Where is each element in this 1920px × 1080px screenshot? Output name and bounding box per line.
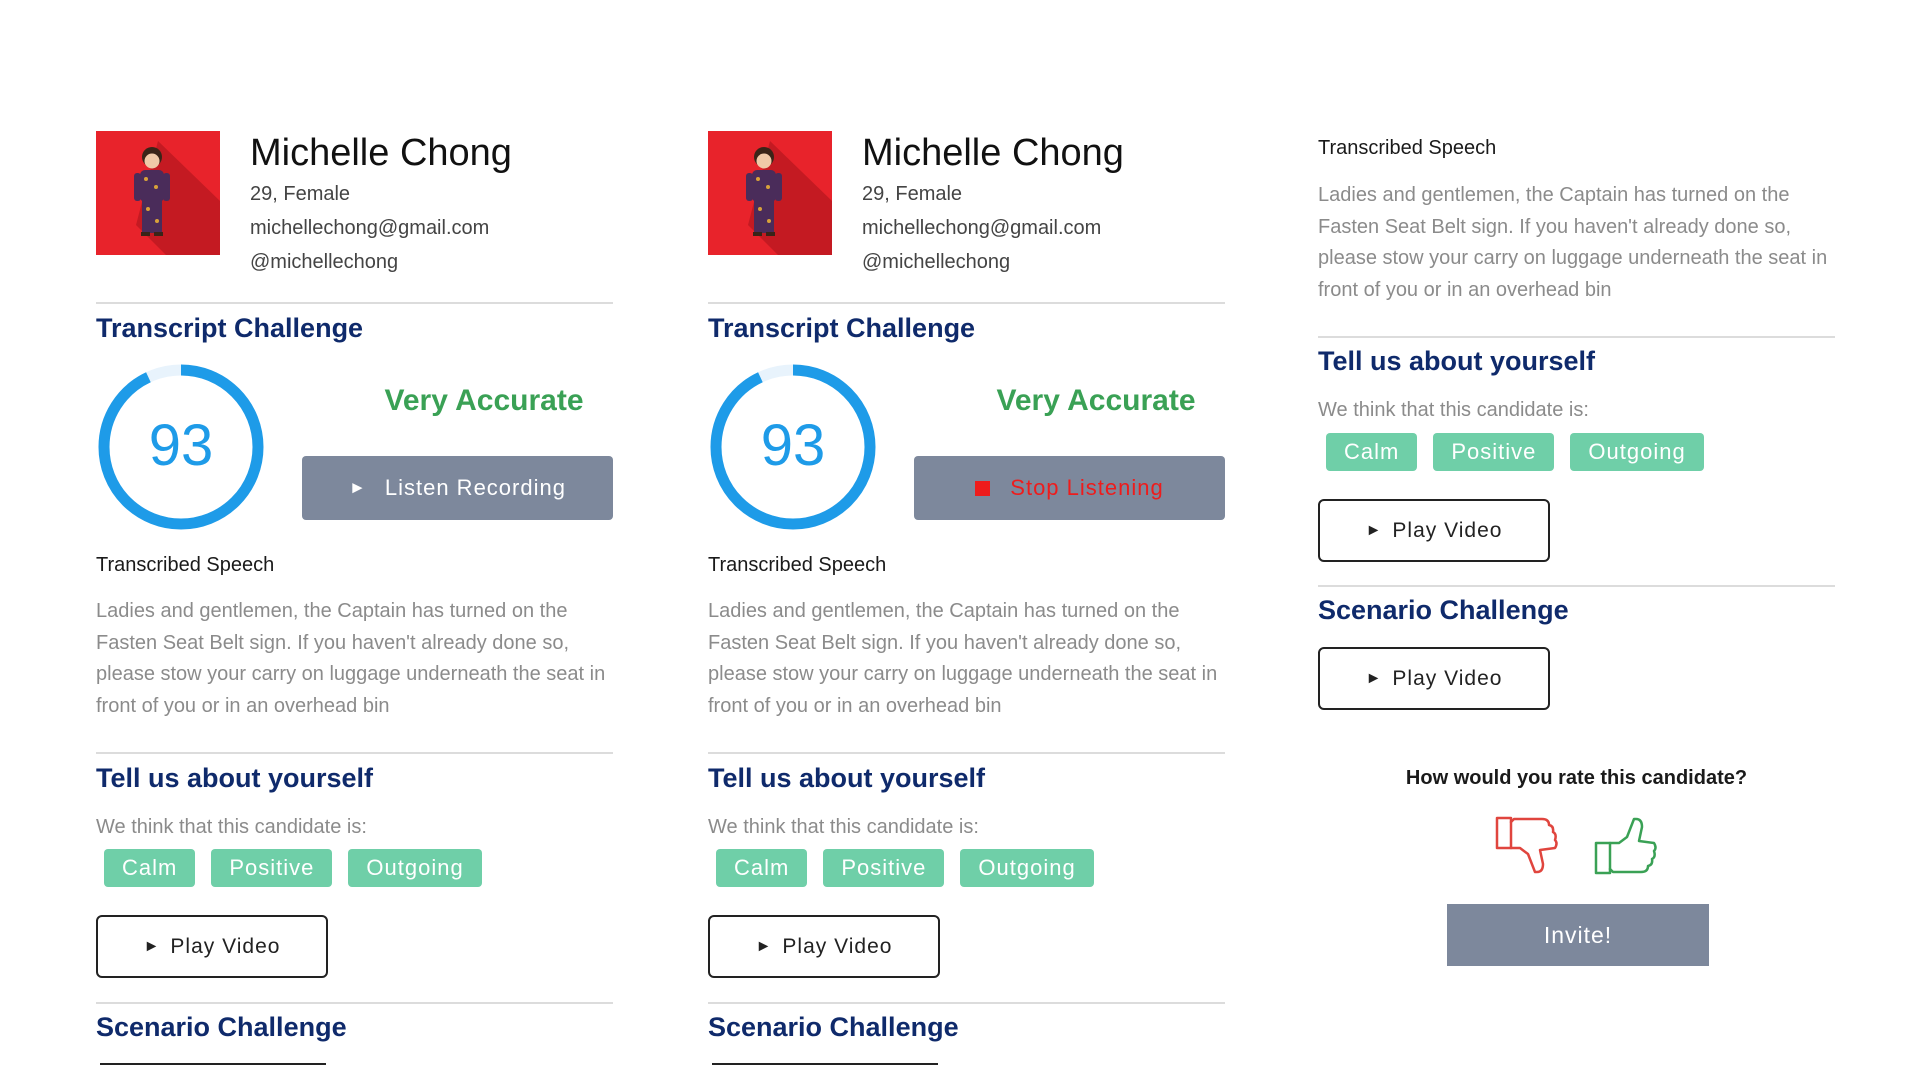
candidate-card-listen: Michelle Chong 29, Female michellechong@… <box>96 0 613 1080</box>
accuracy-label: Very Accurate <box>996 384 1196 417</box>
transcribed-speech-heading: Transcribed Speech <box>1318 137 1497 159</box>
thumbs-up-icon[interactable] <box>1593 813 1661 877</box>
trait-tag: Positive <box>211 849 333 887</box>
scenario-play-video-button[interactable]: ► Play Video <box>1318 647 1550 710</box>
trait-tags: Calm Positive Outgoing <box>1326 433 1720 471</box>
about-title: Tell us about yourself <box>96 763 374 793</box>
play-video-label: Play Video <box>170 934 281 958</box>
divider <box>1318 585 1835 587</box>
about-title: Tell us about yourself <box>708 763 986 793</box>
divider <box>708 302 1225 304</box>
candidate-card-stop: Michelle Chong 29, Female michellechong@… <box>708 0 1225 1080</box>
accuracy-label: Very Accurate <box>384 384 584 417</box>
candidate-email: michellechong@gmail.com <box>862 217 1102 239</box>
candidate-card-rating: Transcribed Speech Ladies and gentlemen,… <box>1318 0 1835 1080</box>
candidate-profile: Michelle Chong 29, Female michellechong@… <box>96 131 613 273</box>
trait-tag: Calm <box>716 849 808 887</box>
candidate-name: Michelle Chong <box>862 132 1124 174</box>
candidate-email: michellechong@gmail.com <box>250 217 490 239</box>
listen-recording-button[interactable]: ► Listen Recording <box>302 456 613 520</box>
divider <box>1318 336 1835 338</box>
transcribed-speech-text: Ladies and gentlemen, the Captain has tu… <box>96 600 606 717</box>
score-value: 93 <box>148 413 214 478</box>
scenario-play-video-button-edge <box>712 1063 938 1065</box>
score-ring: 93 <box>96 362 266 532</box>
candidate-age-gender: 29, Female <box>862 183 963 205</box>
play-video-label: Play Video <box>782 934 893 958</box>
trait-tags: Calm Positive Outgoing <box>104 849 498 887</box>
transcribed-speech-heading: Transcribed Speech <box>96 554 275 576</box>
scenario-challenge-title: Scenario Challenge <box>96 1012 347 1042</box>
invite-button[interactable]: Invite! <box>1447 904 1709 966</box>
candidate-traits-note: We think that this candidate is: <box>1318 399 1589 421</box>
candidate-name: Michelle Chong <box>250 132 512 174</box>
divider <box>96 1002 613 1004</box>
score-ring: 93 <box>708 362 878 532</box>
trait-tag: Calm <box>104 849 196 887</box>
play-video-label: Play Video <box>1392 666 1503 690</box>
play-video-label: Play Video <box>1392 518 1503 542</box>
transcript-challenge-title: Transcript Challenge <box>96 313 364 343</box>
scenario-challenge-title: Scenario Challenge <box>1318 595 1569 625</box>
divider <box>96 752 613 754</box>
candidate-avatar <box>96 131 220 255</box>
trait-tags: Calm Positive Outgoing <box>716 849 1110 887</box>
trait-tag: Positive <box>1433 433 1555 471</box>
trait-tag: Positive <box>823 849 945 887</box>
score-value: 93 <box>760 413 826 478</box>
candidate-handle: @michellechong <box>862 251 1011 273</box>
play-icon: ► <box>349 478 367 497</box>
stop-listening-label: Stop Listening <box>1010 475 1164 500</box>
divider <box>708 752 1225 754</box>
play-icon: ► <box>143 937 161 955</box>
divider <box>96 302 613 304</box>
divider <box>708 1002 1225 1004</box>
thumbs-down-icon[interactable] <box>1494 814 1562 878</box>
candidate-profile: Michelle Chong 29, Female michellechong@… <box>708 131 1225 273</box>
trait-tag: Outgoing <box>1570 433 1704 471</box>
scenario-play-video-button-edge <box>100 1063 326 1065</box>
play-icon: ► <box>1365 669 1383 687</box>
listen-recording-label: Listen Recording <box>384 475 566 500</box>
candidate-traits-note: We think that this candidate is: <box>96 816 367 838</box>
transcribed-speech-text: Ladies and gentlemen, the Captain has tu… <box>708 600 1218 717</box>
about-play-video-button[interactable]: ► Play Video <box>708 915 940 978</box>
trait-tag: Outgoing <box>960 849 1094 887</box>
transcript-challenge-title: Transcript Challenge <box>708 313 976 343</box>
play-icon: ► <box>1365 521 1383 539</box>
candidate-avatar <box>708 131 832 255</box>
rating-question: How would you rate this candidate? <box>1405 767 1748 789</box>
stop-icon <box>975 480 991 496</box>
trait-tag: Outgoing <box>348 849 482 887</box>
candidate-age-gender: 29, Female <box>250 183 351 205</box>
scenario-challenge-title: Scenario Challenge <box>708 1012 959 1042</box>
play-icon: ► <box>755 937 773 955</box>
about-play-video-button[interactable]: ► Play Video <box>1318 499 1550 562</box>
trait-tag: Calm <box>1326 433 1418 471</box>
about-title: Tell us about yourself <box>1318 346 1596 376</box>
transcribed-speech-heading: Transcribed Speech <box>708 554 887 576</box>
transcribed-speech-text: Ladies and gentlemen, the Captain has tu… <box>1318 184 1828 301</box>
candidate-traits-note: We think that this candidate is: <box>708 816 979 838</box>
about-play-video-button[interactable]: ► Play Video <box>96 915 328 978</box>
stop-listening-button[interactable]: Stop Listening <box>914 456 1225 520</box>
candidate-handle: @michellechong <box>250 251 399 273</box>
